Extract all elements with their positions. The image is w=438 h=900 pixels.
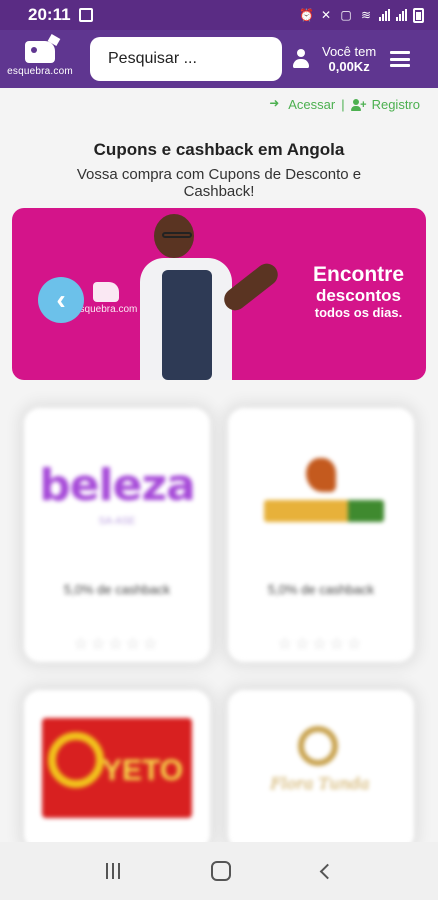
signal-icon-2 <box>396 9 407 21</box>
banner-headline: Encontre descontos todos os dias. <box>313 264 404 321</box>
register-label: Registro <box>371 97 420 112</box>
hamburger-menu-icon[interactable] <box>390 51 411 67</box>
store-card[interactable]: beleza SA-ASE 5,0% de cashback ☆☆☆☆☆ <box>24 408 210 662</box>
banner-logo-mark-icon <box>92 282 119 302</box>
wallet-balance[interactable]: Você tem 0,00Kz <box>292 44 376 74</box>
banner-line-2: descontos <box>315 286 401 305</box>
home-icon[interactable] <box>210 861 231 881</box>
carousel-prev-button[interactable]: ‹ <box>38 277 84 323</box>
auth-links: Acessar | + Registro <box>269 96 420 112</box>
login-link[interactable]: Acessar <box>269 96 336 112</box>
wallet-value: 0,00Kz <box>328 59 370 74</box>
logo-mark-icon <box>25 41 55 63</box>
store-cashback: 5,0% de cashback <box>267 582 375 597</box>
logo-text: esquebra.com <box>7 66 73 77</box>
battery-icon <box>413 7 424 23</box>
page-title: Cupons e cashback em Angola <box>93 140 345 159</box>
store-logo-text: Flora Tunda <box>270 774 370 793</box>
alarm-icon: ⏰ <box>299 8 314 22</box>
banner-line-1: Encontre <box>312 263 404 286</box>
store-logo-flower-icon <box>298 726 338 766</box>
status-icons: ⏰ ✕ ▢ ≋ <box>299 7 424 23</box>
site-logo[interactable]: esquebra.com <box>0 30 80 88</box>
login-label: Acessar <box>288 97 336 112</box>
register-link[interactable]: + Registro <box>350 97 420 112</box>
add-user-icon: + <box>350 98 367 111</box>
recent-apps-icon[interactable] <box>105 863 120 879</box>
status-bar: 20:11 ⏰ ✕ ▢ ≋ <box>0 0 438 30</box>
chevron-left-icon: ‹ <box>56 284 66 315</box>
wallet-label: Você tem <box>322 44 377 59</box>
back-icon[interactable] <box>319 863 335 879</box>
signal-icon <box>379 9 390 21</box>
store-logo: beleza <box>39 460 196 511</box>
store-card[interactable]: 5,0% de cashback ☆☆☆☆☆ <box>228 408 414 662</box>
store-card[interactable]: YETO <box>24 690 210 850</box>
store-logo-subtext: SA-ASE <box>98 516 136 527</box>
search-input[interactable] <box>90 37 282 81</box>
store-rating: ☆☆☆☆☆ <box>277 636 365 653</box>
store-cashback: 5,0% de cashback <box>63 582 171 597</box>
sign-in-icon <box>269 96 283 110</box>
store-logo: YETO <box>42 718 192 818</box>
app-header: esquebra.com Você tem 0,00Kz <box>0 30 438 88</box>
banner-line-3: todos os dias. <box>314 305 403 320</box>
store-card[interactable]: Flora Tunda <box>228 690 414 850</box>
store-logo-bird-icon <box>306 458 336 492</box>
store-logo-accent <box>348 500 384 522</box>
gallery-notification-icon <box>78 8 93 22</box>
banner-logo-text: esquebra.com <box>74 304 138 315</box>
store-rating: ☆☆☆☆☆ <box>73 636 161 653</box>
page-subtitle: Vossa compra com Cupons de Desconto e Ca… <box>76 166 362 200</box>
lock-icon: ▢ <box>340 8 352 22</box>
banner-person-image <box>140 214 283 380</box>
user-icon <box>292 49 310 69</box>
store-logo-ring <box>48 732 104 788</box>
store-logo-text: YETO <box>102 754 184 787</box>
mute-icon: ✕ <box>320 8 332 22</box>
system-navigation-bar <box>0 842 438 900</box>
wifi-icon: ≋ <box>360 8 372 22</box>
auth-separator: | <box>341 97 345 112</box>
status-time: 20:11 <box>28 5 71 24</box>
